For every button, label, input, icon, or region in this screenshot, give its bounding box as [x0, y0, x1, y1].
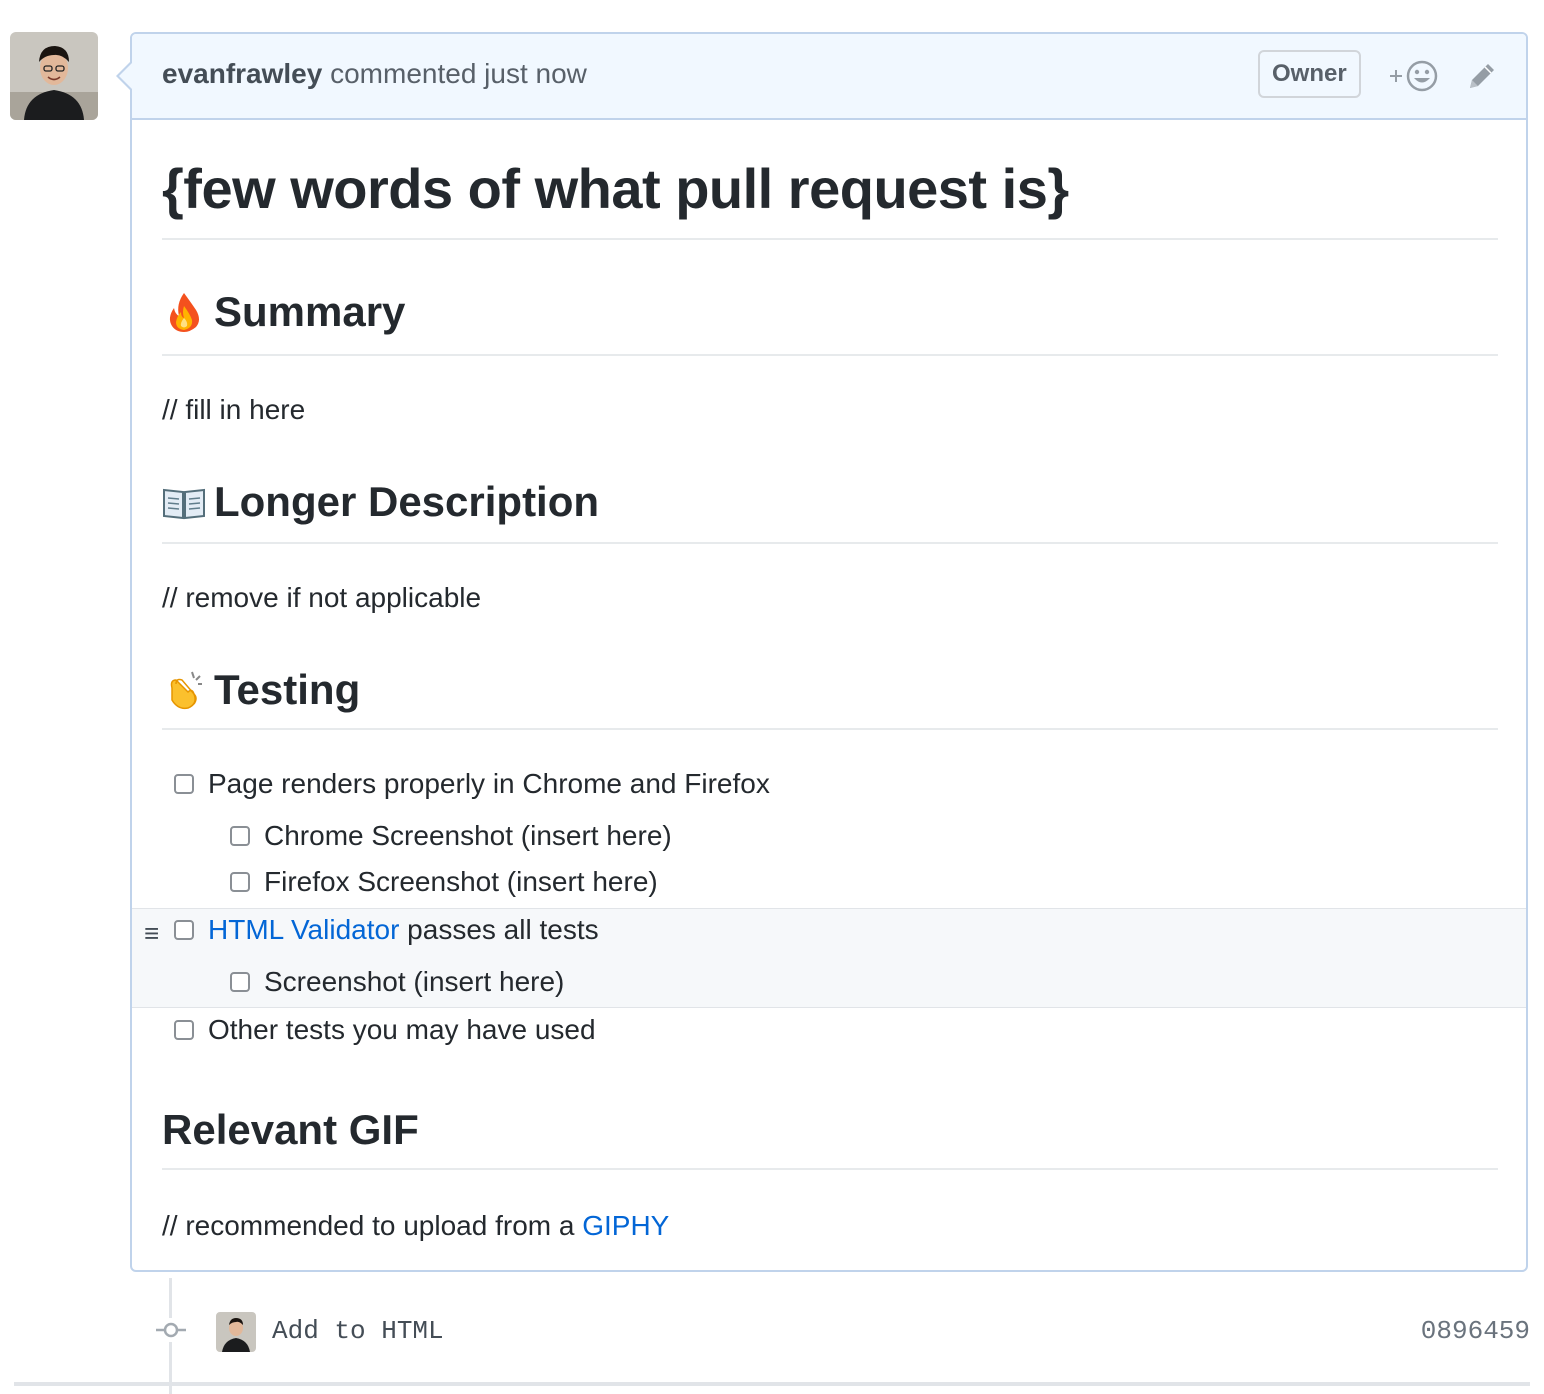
testing-heading-text: Testing	[214, 666, 361, 713]
task-label: Other tests you may have used	[208, 1014, 596, 1045]
comment-box: evanfrawley commented just now Owner {fe…	[116, 32, 1528, 1272]
task-item: Screenshot (insert here)	[230, 966, 564, 998]
comment-meta: evanfrawley commented just now	[162, 58, 587, 90]
task-label: Firefox Screenshot (insert here)	[264, 866, 658, 897]
owner-badge: Owner	[1258, 50, 1361, 98]
fire-emoji-icon	[162, 290, 206, 334]
open-book-emoji-icon	[162, 480, 206, 524]
task-checkbox[interactable]	[230, 826, 250, 846]
task-checkbox[interactable]	[174, 774, 194, 794]
comment-action: commented just now	[330, 58, 587, 89]
task-item: Chrome Screenshot (insert here)	[230, 820, 672, 852]
task-checkbox[interactable]	[230, 872, 250, 892]
task-item: Other tests you may have used	[174, 1014, 596, 1046]
description-text: // remove if not applicable	[162, 582, 482, 613]
task-item: Firefox Screenshot (insert here)	[230, 866, 658, 898]
pencil-icon	[1470, 64, 1494, 88]
task-label: Screenshot (insert here)	[264, 966, 565, 997]
commit-sha-link[interactable]: 0896459	[1421, 1316, 1530, 1346]
pr-title-heading: {few words of what pull request is}	[162, 157, 1069, 220]
task-item: Page renders properly in Chrome and Fire…	[174, 768, 770, 800]
heading-divider	[162, 238, 1498, 240]
summary-heading-text: Summary	[214, 288, 406, 335]
gif-heading-text: Relevant GIF	[162, 1106, 419, 1153]
drag-handle-icon[interactable]: ≡	[144, 918, 159, 949]
task-checkbox[interactable]	[230, 972, 250, 992]
gif-heading: Relevant GIF	[162, 1106, 419, 1154]
description-heading: Longer Description	[162, 478, 599, 526]
summary-heading: Summary	[162, 288, 405, 336]
description-heading-text: Longer Description	[214, 478, 600, 525]
edit-comment-button[interactable]	[1464, 58, 1500, 94]
smiley-icon	[1390, 60, 1438, 92]
commit-message-link[interactable]: Add to HTML	[272, 1316, 444, 1346]
add-reaction-button[interactable]	[1384, 58, 1444, 94]
task-checkbox[interactable]	[174, 1020, 194, 1040]
timeline-divider	[14, 1382, 1530, 1386]
task-label: Page renders properly in Chrome and Fire…	[208, 768, 770, 799]
commit-author-avatar[interactable]	[216, 1312, 256, 1352]
author-avatar[interactable]	[10, 32, 98, 120]
task-checkbox[interactable]	[174, 920, 194, 940]
html-validator-link[interactable]: HTML Validator	[208, 914, 399, 945]
author-name[interactable]: evanfrawley	[162, 58, 322, 89]
task-item: HTML Validator passes all tests	[174, 914, 599, 946]
task-label: passes all tests	[399, 914, 599, 945]
git-commit-icon	[156, 1318, 186, 1342]
giphy-link[interactable]: GIPHY	[582, 1210, 669, 1241]
clapping-hands-emoji-icon	[162, 668, 206, 712]
testing-heading: Testing	[162, 666, 360, 714]
summary-text: // fill in here	[162, 394, 306, 425]
comment-header: evanfrawley commented just now Owner	[132, 34, 1526, 120]
task-label: Chrome Screenshot (insert here)	[264, 820, 672, 851]
gif-text: // recommended to upload from a GIPHY	[162, 1210, 670, 1241]
